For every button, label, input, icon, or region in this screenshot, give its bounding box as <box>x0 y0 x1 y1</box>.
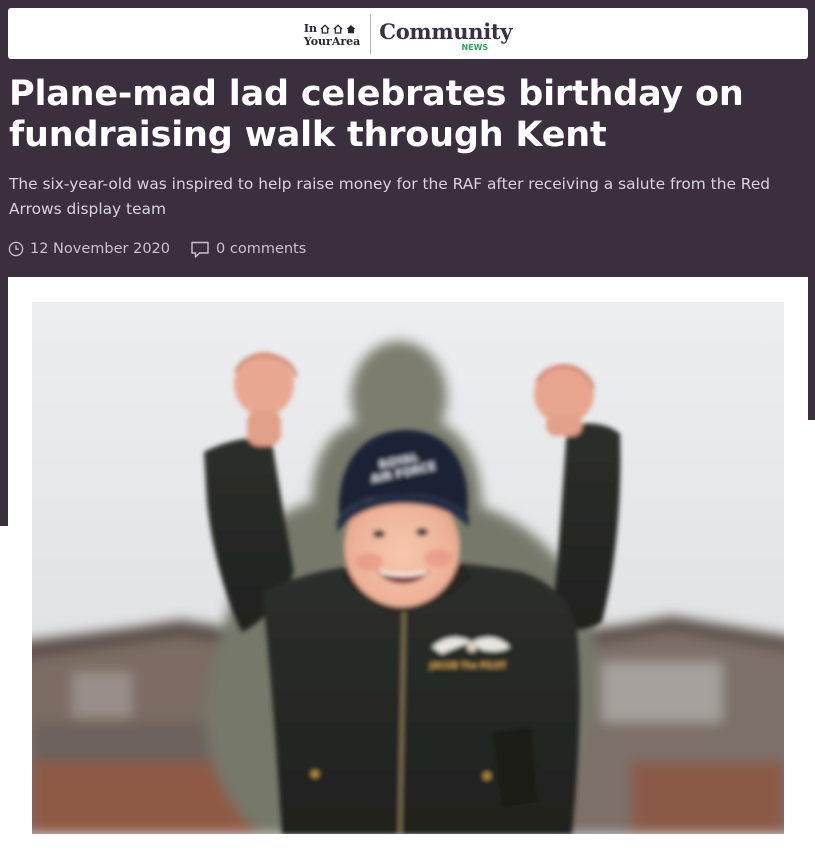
section-name: Community <box>379 19 513 44</box>
comments-count: 0 comments <box>216 241 307 257</box>
house-outline-icon <box>320 23 330 34</box>
community-news-logo[interactable]: Community NEWS <box>379 14 512 54</box>
article-meta: 12 November 2020 0 comments <box>8 238 306 260</box>
site-logo[interactable]: In YourArea Community NEWS <box>303 13 512 54</box>
article-page: In YourArea Community NEWS Plane-mad lad… <box>0 0 815 854</box>
section-tag: NEWS <box>461 42 489 52</box>
in-your-area-logo[interactable]: In YourArea <box>303 13 372 54</box>
logo-word-in: In <box>303 21 317 35</box>
article-standfirst: The six-year-old was inspired to help ra… <box>9 175 771 218</box>
article-date: 12 November 2020 <box>8 241 170 257</box>
date-text: 12 November 2020 <box>30 241 171 257</box>
site-header-bar: In YourArea Community NEWS <box>8 8 808 59</box>
house-outline-icon <box>333 23 343 34</box>
logo-word-your-area: YourArea <box>303 34 361 48</box>
article-headline: Plane-mad lad celebrates birthday on fun… <box>9 74 744 155</box>
comments-link[interactable]: 0 comments <box>190 240 306 259</box>
clock-icon <box>8 241 24 257</box>
house-filled-icon <box>346 24 356 33</box>
article-photo[interactable]: ROYAL AIR FORCE JACOB The PILOT <box>32 302 784 834</box>
comment-icon <box>191 241 209 258</box>
svg-text:JACOB The PILOT: JACOB The PILOT <box>429 661 507 670</box>
